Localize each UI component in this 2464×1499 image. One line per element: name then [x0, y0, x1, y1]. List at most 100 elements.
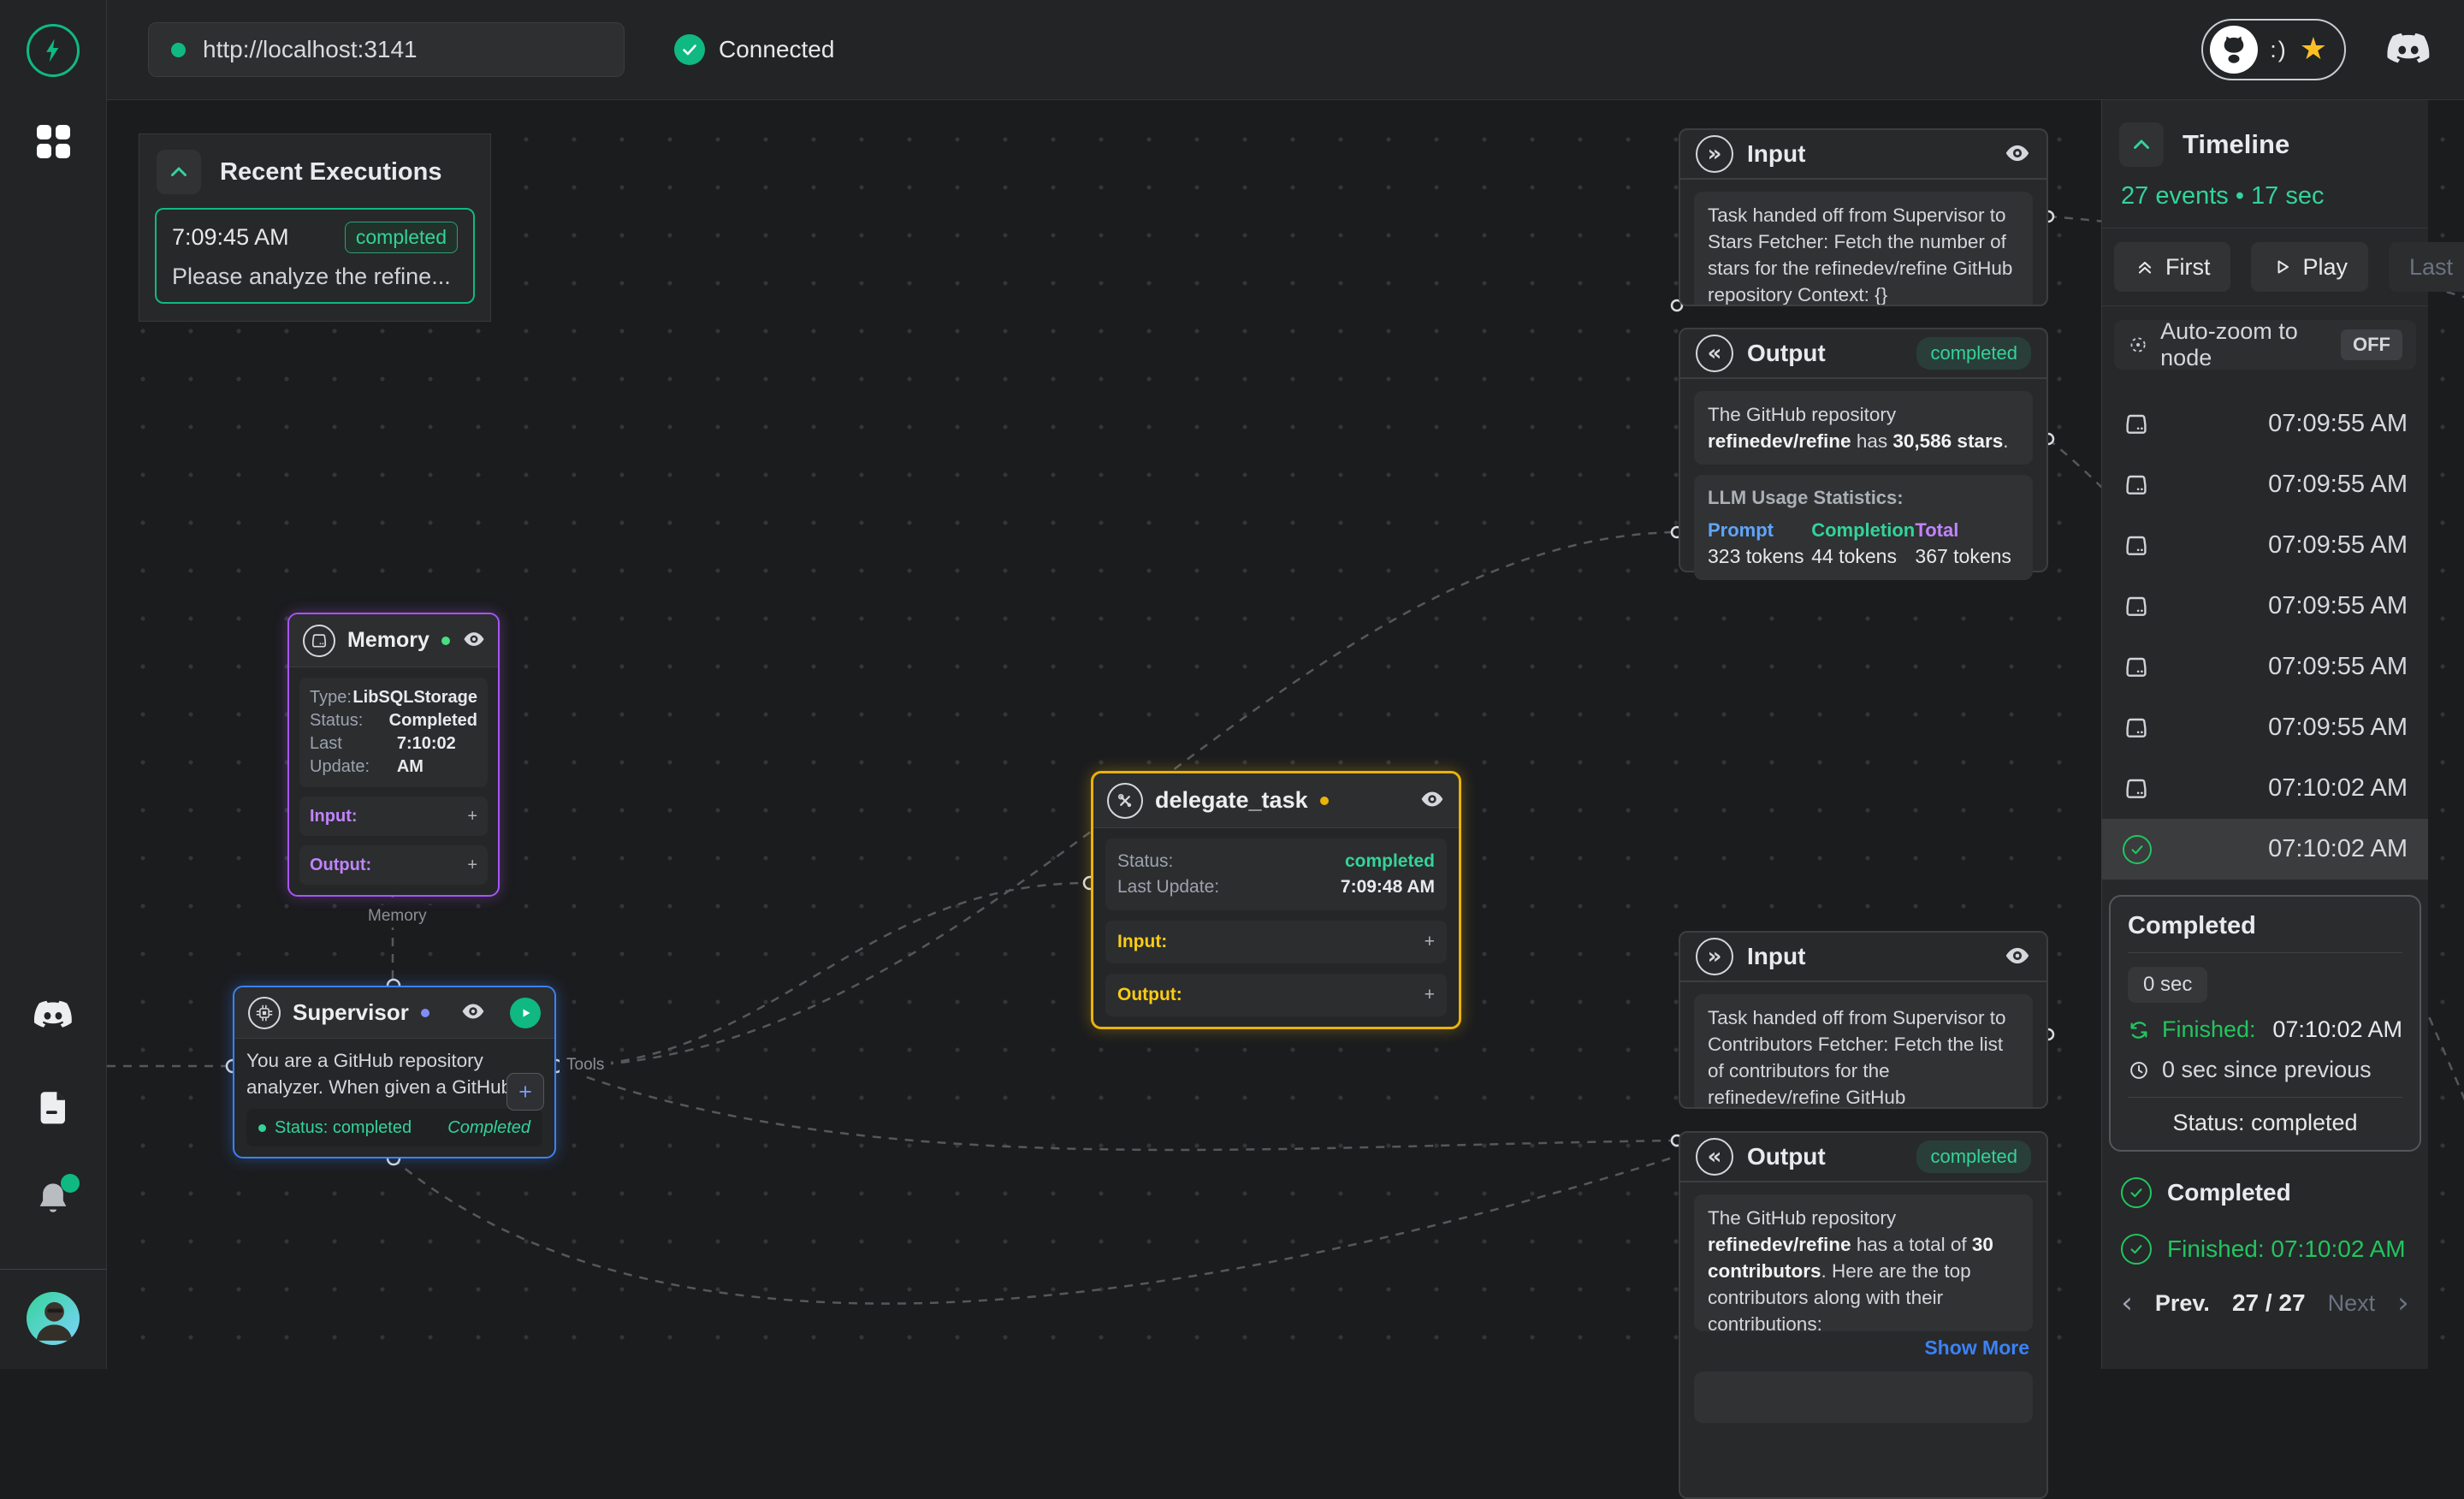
timeline-panel: Timeline 27 events • 17 sec First Play L…	[2101, 100, 2428, 1369]
input-text: Task handed off from Supervisor to Stars…	[1694, 192, 2033, 306]
supervisor-node[interactable]: Supervisor You are a GitHub repository a…	[233, 986, 556, 1158]
plus-icon: +	[1424, 985, 1435, 1005]
check-circle-icon	[2123, 835, 2152, 864]
collapse-timeline-button[interactable]	[2119, 122, 2164, 167]
delegate-task-node[interactable]: delegate_task Status:completed Last Upda…	[1091, 771, 1461, 1029]
stars-output-panel[interactable]: « Output completed The GitHub repository…	[1679, 328, 2048, 572]
timeline-event-selected[interactable]: 07:10:02 AM	[2102, 819, 2428, 880]
storage-event-icon	[2123, 654, 2150, 681]
output-text: The GitHub repository refinedev/refine h…	[1694, 1194, 2033, 1331]
delegate-output-expander[interactable]: Output:+	[1105, 974, 1447, 1016]
sidebar-item-discord[interactable]	[31, 992, 75, 1040]
supervisor-eye-button[interactable]	[460, 998, 486, 1027]
timeline-event[interactable]: 07:09:55 AM	[2102, 576, 2428, 637]
field-value: 7:09:48 AM	[1341, 874, 1435, 900]
status-dot	[258, 1124, 266, 1132]
input-arrows-icon: »	[1696, 938, 1733, 975]
storage-event-icon	[2123, 471, 2150, 499]
supervisor-status-dot	[421, 1009, 429, 1017]
timeline-events-list: 07:09:55 AM 07:09:55 AM 07:09:55 AM 07:0…	[2102, 394, 2428, 880]
event-detail-card: Completed 0 sec Finished:07:10:02 AM 0 s…	[2109, 895, 2421, 1152]
timeline-event[interactable]: 07:09:55 AM	[2102, 637, 2428, 697]
star-icon: ★	[2300, 34, 2327, 65]
memory-node[interactable]: Memory Type:LibSQLStorage Status:Complet…	[287, 613, 500, 897]
input-panel-title: Input	[1747, 140, 1805, 168]
field-value: LibSQLStorage	[352, 686, 477, 709]
next-event-button[interactable]: Next	[2328, 1290, 2376, 1317]
timeline-event[interactable]: 07:09:55 AM	[2102, 394, 2428, 454]
edge-label-memory: Memory	[361, 905, 434, 927]
status-label: Status: completed	[275, 1118, 412, 1138]
eye-icon	[1419, 786, 1445, 812]
play-timeline-button[interactable]: Play	[2251, 242, 2368, 292]
connection-status-label: Connected	[719, 36, 834, 63]
input-eye-button[interactable]	[2004, 942, 2031, 972]
input-text: Task handed off from Supervisor to Contr…	[1694, 994, 2033, 1109]
footer-completed-row: Completed	[2102, 1177, 2428, 1208]
discord-button[interactable]	[2384, 24, 2433, 76]
eye-icon	[462, 627, 486, 651]
delegate-eye-button[interactable]	[1419, 786, 1445, 815]
input-panel-title: Input	[1747, 943, 1805, 970]
refresh-icon	[2128, 1019, 2150, 1041]
execution-status-badge: completed	[345, 222, 458, 253]
timeline-event[interactable]: 07:09:55 AM	[2102, 697, 2428, 758]
contributors-input-panel[interactable]: » Input Task handed off from Supervisor …	[1679, 931, 2048, 1109]
auto-zoom-label: Auto-zoom to node	[2160, 318, 2329, 371]
contributors-output-panel[interactable]: « Output completed The GitHub repository…	[1679, 1131, 2048, 1499]
field-label: Last Update:	[310, 732, 397, 779]
sidebar	[0, 0, 107, 1369]
run-agent-button[interactable]	[510, 998, 541, 1028]
last-event-button[interactable]: Last	[2389, 242, 2464, 292]
execution-item[interactable]: 7:09:45 AM completed Please analyze the …	[155, 208, 475, 304]
prompt-tokens: 323 tokens	[1708, 545, 1811, 568]
output-panel-title: Output	[1747, 1143, 1826, 1170]
grid-icon	[37, 125, 70, 158]
llm-usage-title: LLM Usage Statistics:	[1708, 487, 2019, 509]
collapse-executions-button[interactable]	[157, 150, 201, 194]
total-label: Total	[1915, 519, 2018, 542]
expand-instructions-button[interactable]: +	[506, 1073, 544, 1111]
timeline-event[interactable]: 07:09:55 AM	[2102, 454, 2428, 515]
next-chevron-icon[interactable]: ›	[2397, 1289, 2409, 1318]
show-more-link[interactable]: Show More	[1697, 1336, 2029, 1360]
delegate-task-title: delegate_task	[1155, 787, 1308, 814]
input-eye-button[interactable]	[2004, 139, 2031, 169]
auto-zoom-toggle[interactable]: Auto-zoom to node OFF	[2114, 320, 2416, 370]
delegate-input-expander[interactable]: Input:+	[1105, 921, 1447, 963]
app-logo-icon	[27, 24, 80, 77]
play-icon	[517, 1004, 534, 1022]
sidebar-item-notifications[interactable]	[33, 1179, 73, 1221]
github-star-button[interactable]: :) ★	[2201, 19, 2346, 80]
user-avatar[interactable]	[27, 1292, 80, 1345]
field-label: Last Update:	[1117, 874, 1219, 900]
prev-event-button[interactable]: Prev.	[2155, 1290, 2210, 1317]
timeline-title: Timeline	[2183, 129, 2289, 160]
memory-input-expander[interactable]: Input:+	[299, 797, 488, 836]
double-chevron-up-icon	[2135, 257, 2155, 277]
field-label: Status:	[1117, 849, 1173, 874]
execution-preview: Please analyze the refine...	[172, 264, 458, 290]
memory-eye-button[interactable]	[462, 627, 486, 654]
server-url: http://localhost:3141	[203, 36, 418, 63]
completion-tokens: 44 tokens	[1811, 545, 1915, 568]
eye-icon	[2004, 139, 2031, 167]
prev-chevron-icon[interactable]: ‹	[2121, 1289, 2133, 1318]
check-circle-icon	[2121, 1177, 2152, 1208]
memory-output-expander[interactable]: Output:+	[299, 845, 488, 885]
chevron-up-icon	[166, 159, 192, 185]
input-arrows-icon: »	[1696, 135, 1733, 173]
field-label: Type:	[310, 686, 352, 709]
check-circle-icon	[2121, 1234, 2152, 1265]
first-event-button[interactable]: First	[2114, 242, 2230, 292]
sidebar-item-docs[interactable]	[33, 1087, 74, 1131]
sidebar-item-apps[interactable]	[37, 77, 70, 158]
server-url-input[interactable]: http://localhost:3141	[148, 22, 625, 77]
prompt-label: Prompt	[1708, 519, 1811, 542]
timeline-event[interactable]: 07:09:55 AM	[2102, 515, 2428, 576]
stars-input-panel[interactable]: » Input Task handed off from Supervisor …	[1679, 128, 2048, 306]
page-indicator: 27 / 27	[2232, 1289, 2306, 1317]
output-status-badge: completed	[1916, 1141, 2031, 1173]
recent-executions-title: Recent Executions	[220, 158, 441, 187]
timeline-event[interactable]: 07:10:02 AM	[2102, 758, 2428, 819]
